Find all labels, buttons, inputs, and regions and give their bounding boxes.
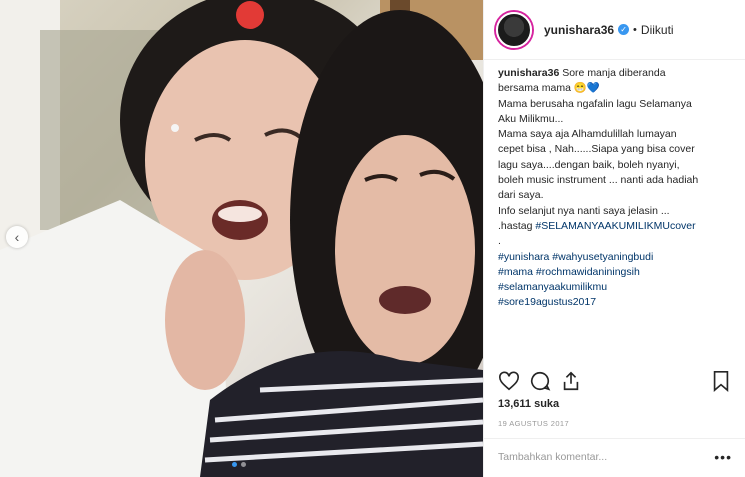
caption-username[interactable]: yunishara36 [498,67,559,79]
separator: • [633,23,637,36]
post-header: yunishara36 ✓ • Diikuti [484,0,745,60]
caption-line: . [498,235,501,248]
more-options-icon[interactable]: ••• [714,449,732,465]
verified-badge-icon: ✓ [618,24,630,35]
comment-bar: Tambahkan komentar... ••• [484,438,745,477]
post-video[interactable]: ‹ [0,0,483,477]
video-frame [0,0,483,477]
bookmark-icon[interactable] [710,370,732,392]
like-count[interactable]: 13,611 suka [498,398,559,410]
chevron-left-icon[interactable]: ‹ [6,226,28,248]
caption-line: Aku Milikmu... [498,112,564,125]
carousel-dot [241,462,246,467]
caption-line: dari saya. [498,189,544,202]
caption-line: bersama mama 😁💙 [498,82,601,95]
caption-line: Info selanjut nya nanti saya jelasin ... [498,204,670,217]
post-actions [498,370,732,392]
heart-icon[interactable] [498,370,520,392]
post-date: 19 AGUSTUS 2017 [498,419,570,428]
caption-line: Mama berusaha ngafalin lagu Selamanya [498,97,692,110]
comment-input[interactable]: Tambahkan komentar... [498,451,607,463]
caption-line: .hastag [498,219,533,232]
caption-line: Sore manja diberanda [562,67,666,79]
caption-line: lagu saya....dengan baik, boleh nyanyi, [498,158,680,171]
share-icon[interactable] [560,370,582,392]
comment-icon[interactable] [529,370,551,392]
instagram-post: ‹ yunishara36 ✓ • Diikuti yunishara36 So… [0,0,745,477]
username-link[interactable]: yunishara36 [544,23,614,37]
caption-line: cepet bisa , Nah......Siapa yang bisa co… [498,143,695,156]
hashtag-link[interactable]: #SELAMANYAAKUMILIKMUcover [535,220,695,232]
hashtag-link[interactable]: #sore19agustus2017 [498,295,734,310]
hashtag-link[interactable]: #mama #rochmawidaniningsih [498,265,734,280]
avatar[interactable] [496,11,532,48]
post-sidebar: yunishara36 ✓ • Diikuti yunishara36 Sore… [483,0,745,477]
post-caption: yunishara36 Sore manja diberanda bersama… [498,66,734,311]
carousel-indicator [232,462,246,467]
caption-line: Mama saya aja Alhamdulillah lumayan [498,128,677,141]
caption-line: boleh music instrument ... nanti ada had… [498,174,699,187]
follow-status-button[interactable]: Diikuti [641,23,674,37]
hashtag-link[interactable]: #yunishara #wahyusetyaningbudi [498,250,734,265]
carousel-dot [232,462,237,467]
hashtag-link[interactable]: #selamanyaakumilikmu [498,280,734,295]
